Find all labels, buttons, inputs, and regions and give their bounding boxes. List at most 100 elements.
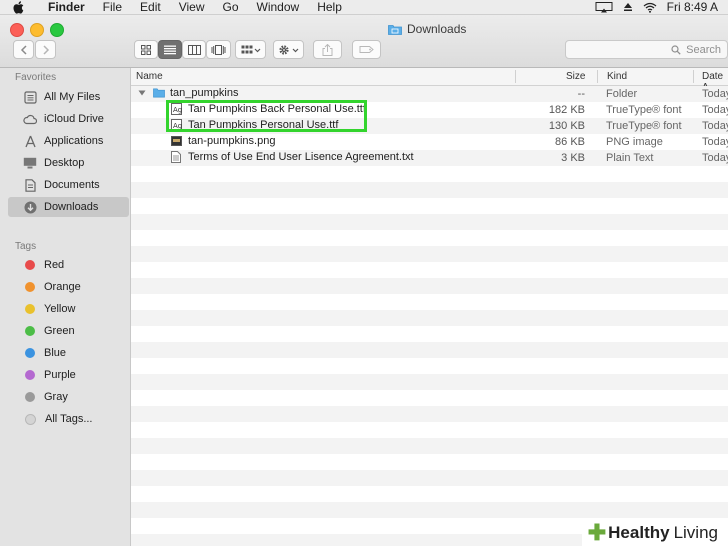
tag-color-dot: [25, 304, 35, 314]
file-name: tan_pumpkins: [170, 87, 239, 99]
sidebar-tag-orange[interactable]: Orange: [8, 277, 129, 297]
sidebar-tag-red[interactable]: Red: [8, 255, 129, 275]
menu-go[interactable]: Go: [223, 0, 239, 14]
menu-edit[interactable]: Edit: [140, 0, 161, 14]
table-row[interactable]: Terms of Use End User Lisence Agreement.…: [131, 150, 728, 166]
column-header: Name Size Kind Date A: [131, 68, 728, 93]
file-kind: Plain Text: [606, 152, 654, 164]
applications-icon: [23, 134, 37, 148]
file-kind: PNG image: [606, 136, 663, 148]
columns-icon: [187, 44, 201, 55]
file-name: tan-pumpkins.png: [188, 135, 276, 147]
sidebar-tag-green[interactable]: Green: [8, 321, 129, 341]
empty-row: [131, 406, 728, 422]
sidebar-item-label: Orange: [44, 281, 81, 293]
table-row[interactable]: tan-pumpkins.png 86 KB PNG image Today: [131, 134, 728, 150]
empty-row: [131, 486, 728, 502]
sidebar-item-label: All Tags...: [45, 413, 93, 425]
sidebar-item-label: Yellow: [44, 303, 76, 315]
empty-row: [131, 278, 728, 294]
window-title: Downloads: [388, 21, 466, 37]
sidebar-item-label: Applications: [44, 135, 104, 147]
file-date: Today: [702, 104, 728, 116]
arrange-button[interactable]: [235, 40, 266, 59]
cover-flow-button[interactable]: [206, 40, 231, 59]
empty-row: [131, 166, 728, 182]
menu-clock[interactable]: Fri 8:49 A: [667, 0, 718, 14]
finder-window: Downloads Search Favorites All My Files …: [0, 15, 728, 546]
edit-tags-button[interactable]: [352, 40, 381, 59]
tags-heading: Tags: [15, 241, 37, 252]
list-view-button[interactable]: [158, 40, 182, 59]
sidebar-item-icloud-drive[interactable]: iCloud Drive: [8, 109, 129, 129]
documents-icon: [23, 178, 37, 192]
menu-help[interactable]: Help: [317, 0, 342, 14]
action-button[interactable]: [273, 40, 304, 59]
all-files-icon: [23, 90, 37, 104]
share-button[interactable]: [313, 40, 342, 59]
menu-window[interactable]: Window: [257, 0, 300, 14]
tag-color-dot: [25, 326, 35, 336]
menu-view[interactable]: View: [179, 0, 205, 14]
sidebar-tag-purple[interactable]: Purple: [8, 365, 129, 385]
sidebar-tag-yellow[interactable]: Yellow: [8, 299, 129, 319]
desktop-icon: [23, 156, 37, 170]
empty-row: [131, 294, 728, 310]
menu-file[interactable]: File: [103, 0, 122, 14]
forward-button[interactable]: [35, 40, 56, 59]
tag-color-dot: [25, 413, 36, 425]
sidebar-tag-all-tags[interactable]: All Tags...: [8, 409, 129, 429]
tag-icon: [359, 46, 374, 53]
sidebar-item-label: Purple: [44, 369, 76, 381]
search-placeholder: Search: [686, 43, 721, 56]
selection-highlight-box: [166, 100, 367, 132]
sidebar-item-label: Desktop: [44, 157, 85, 169]
column-size-header[interactable]: Size: [566, 71, 585, 82]
file-size: 3 KB: [561, 152, 585, 164]
column-name-header[interactable]: Name: [136, 71, 163, 82]
column-divider[interactable]: [515, 70, 516, 83]
search-field[interactable]: Search: [565, 40, 728, 59]
chevron-down-icon: [254, 48, 260, 52]
sidebar-item-documents[interactable]: Documents: [8, 175, 129, 195]
airplay-icon[interactable]: [595, 1, 613, 13]
empty-row: [131, 422, 728, 438]
file-kind: TrueType® font: [606, 104, 682, 116]
watermark-word1: Healthy: [608, 523, 670, 542]
file-date: Today: [702, 88, 728, 100]
column-divider[interactable]: [597, 70, 598, 83]
sidebar-item-all-my-files[interactable]: All My Files: [8, 87, 129, 107]
sidebar-item-desktop[interactable]: Desktop: [8, 153, 129, 173]
apple-menu-icon[interactable]: [10, 0, 26, 14]
file-list: Name Size Kind Date A tan_pumpkins -- Fo…: [131, 68, 728, 546]
eject-icon[interactable]: [623, 2, 633, 12]
sidebar-tag-blue[interactable]: Blue: [8, 343, 129, 363]
watermark-logo: ✚ Healthy Living: [581, 520, 728, 546]
text-file-icon: [171, 151, 183, 163]
empty-row: [131, 358, 728, 374]
sidebar-item-downloads[interactable]: Downloads: [8, 197, 129, 217]
wifi-icon[interactable]: [643, 2, 657, 13]
empty-row: [131, 326, 728, 342]
zoom-window-button[interactable]: [50, 23, 64, 37]
column-view-button[interactable]: [182, 40, 206, 59]
sidebar-item-label: Red: [44, 259, 65, 271]
sidebar-item-label: Downloads: [44, 201, 99, 213]
sidebar-item-label: iCloud Drive: [44, 113, 104, 125]
menu-app-name[interactable]: Finder: [48, 0, 85, 14]
column-divider[interactable]: [693, 70, 694, 83]
empty-row: [131, 198, 728, 214]
file-size: --: [577, 88, 585, 100]
sidebar-item-label: Green: [44, 325, 75, 337]
sidebar-tag-gray[interactable]: Gray: [8, 387, 129, 407]
close-window-button[interactable]: [10, 23, 24, 37]
minimize-window-button[interactable]: [30, 23, 44, 37]
sidebar-item-applications[interactable]: Applications: [8, 131, 129, 151]
menu-bar: Finder File Edit View Go Window Help Fri…: [0, 0, 728, 15]
icon-view-button[interactable]: [134, 40, 158, 59]
back-button[interactable]: [13, 40, 34, 59]
share-icon: [322, 43, 333, 56]
cover-flow-icon: [211, 44, 226, 55]
empty-row: [131, 262, 728, 278]
column-kind-header[interactable]: Kind: [607, 71, 627, 82]
